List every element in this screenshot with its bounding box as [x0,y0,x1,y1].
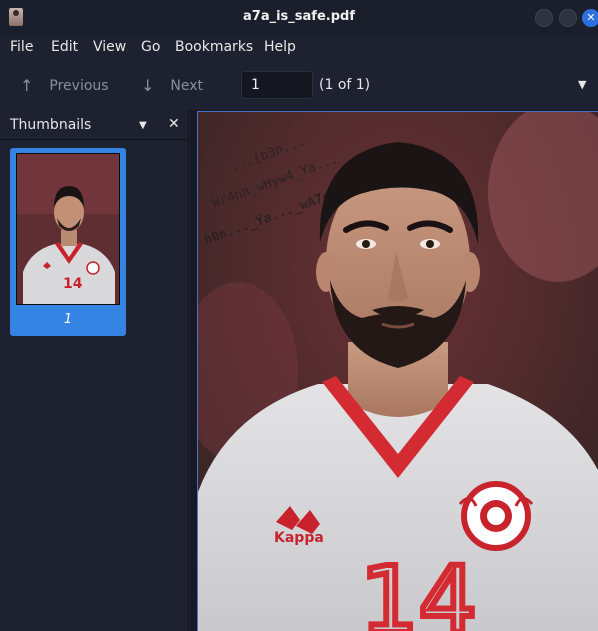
menu-bookmarks[interactable]: Bookmarks [175,39,253,55]
page-count: (1 of 1) [319,77,371,93]
title-bar: a7a_is_safe.pdf ✕ [0,0,598,34]
thumbnail-jersey-number: 14 [63,276,83,292]
thumbnail-image: 14 [16,153,120,305]
toolbar: ↑ Previous ↓ Next (1 of 1) ▼ [0,60,598,110]
maximize-button[interactable] [559,9,577,27]
thumbnail-photo: 14 [17,154,119,304]
jersey-number: 14 [360,547,477,631]
minimize-button[interactable] [535,9,553,27]
close-button[interactable]: ✕ [582,9,598,27]
sidebar-dropdown-icon[interactable]: ▼ [139,120,147,131]
sidebar-close-icon[interactable]: ✕ [168,116,180,132]
arrow-down-icon: ↓ [141,76,155,95]
menu-edit[interactable]: Edit [51,39,78,55]
document-view[interactable]: ...{b3n... Wr4nn_wHyw4_Ya... h0n..._Ya..… [190,110,598,631]
arrow-up-icon: ↑ [20,76,34,95]
thumbnail-label: 1 [63,312,73,327]
jersey-brand: Kappa [274,530,324,546]
pdf-page: ...{b3n... Wr4nn_wHyw4_Ya... h0n..._Ya..… [197,111,598,631]
federation-badge [458,481,534,551]
chevron-down-icon[interactable]: ▼ [578,78,586,91]
thumbnail-page-1[interactable]: 14 1 [10,148,126,336]
menu-bar: File Edit View Go Bookmarks Help [0,34,598,60]
previous-label: Previous [49,77,109,94]
menu-file[interactable]: File [10,39,33,55]
menu-view[interactable]: View [93,39,126,55]
sidebar-header: Thumbnails ▼ ✕ [0,110,189,140]
window-title: a7a_is_safe.pdf [243,9,355,24]
menu-go[interactable]: Go [141,39,160,55]
sidebar: Thumbnails ▼ ✕ 14 1 [0,110,189,631]
next-button[interactable]: ↓ Next [141,76,203,95]
page-photo: ...{b3n... Wr4nn_wHyw4_Ya... h0n..._Ya..… [198,112,598,631]
page-number-input[interactable] [241,71,313,99]
sidebar-title: Thumbnails [10,117,92,133]
next-label: Next [170,77,204,94]
previous-button[interactable]: ↑ Previous [20,76,109,95]
menu-help[interactable]: Help [264,39,296,55]
close-icon: ✕ [586,11,596,24]
